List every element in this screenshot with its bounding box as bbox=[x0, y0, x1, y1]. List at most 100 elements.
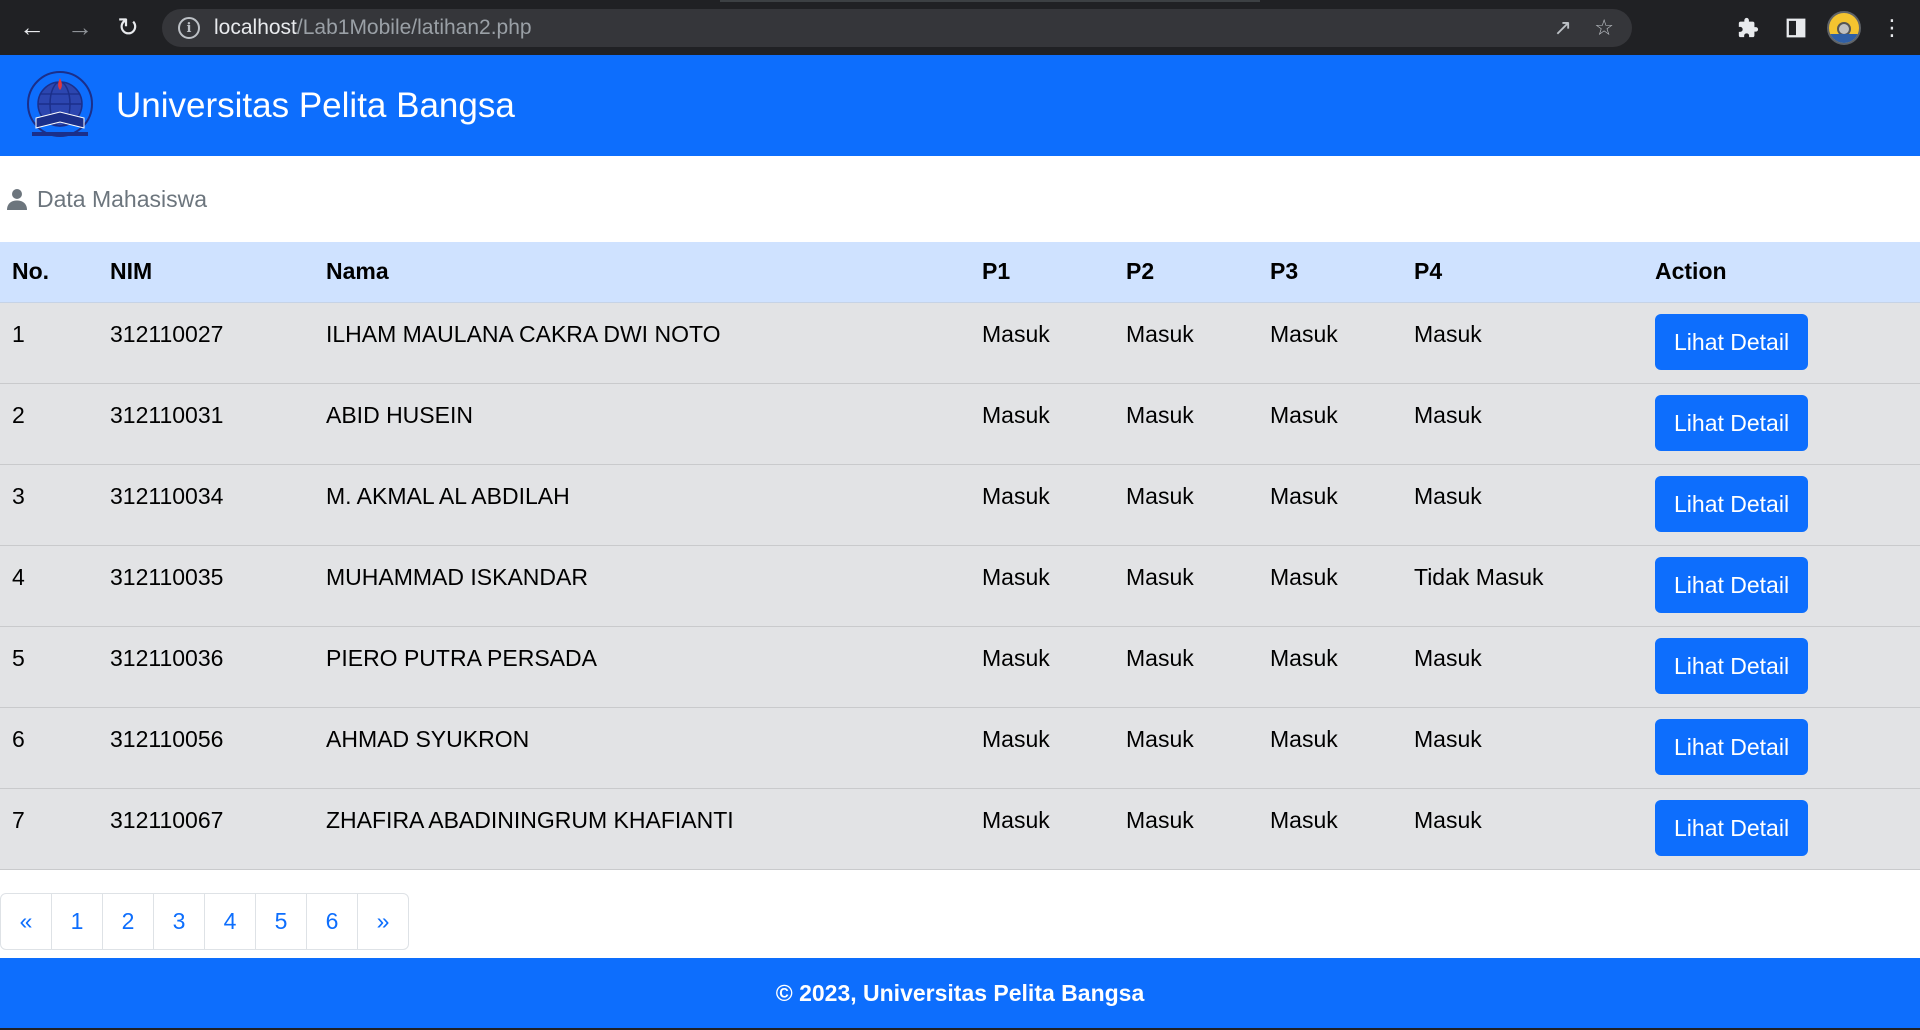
column-header-action: Action bbox=[1643, 242, 1920, 303]
cell-p2: Masuk bbox=[1114, 788, 1258, 870]
cell-action: Lihat Detail bbox=[1643, 788, 1920, 870]
cell-nama: M. AKMAL AL ABDILAH bbox=[314, 464, 970, 546]
site-header: Universitas Pelita Bangsa bbox=[0, 55, 1920, 156]
column-header-p3: P3 bbox=[1258, 242, 1402, 303]
url-path: /Lab1Mobile/latihan2.php bbox=[296, 16, 532, 39]
pagination-page-4[interactable]: 4 bbox=[204, 892, 256, 950]
pagination: « 1 2 3 4 5 6 » bbox=[0, 892, 1920, 950]
cell-p3: Masuk bbox=[1258, 383, 1402, 465]
pagination-page-3[interactable]: 3 bbox=[153, 892, 205, 950]
pagination-next[interactable]: » bbox=[357, 892, 409, 950]
cell-p1: Masuk bbox=[970, 626, 1114, 708]
cell-nama: AHMAD SYUKRON bbox=[314, 707, 970, 789]
column-header-p2: P2 bbox=[1114, 242, 1258, 303]
table-header-row: No. NIM Nama P1 P2 P3 P4 Action bbox=[0, 242, 1920, 303]
cell-p1: Masuk bbox=[970, 545, 1114, 627]
student-table: No. NIM Nama P1 P2 P3 P4 Action 1 312110… bbox=[0, 242, 1920, 870]
table-row: 2 312110031 ABID HUSEIN Masuk Masuk Masu… bbox=[0, 383, 1920, 465]
cell-no: 5 bbox=[0, 626, 98, 708]
cell-p4: Masuk bbox=[1402, 707, 1643, 789]
cell-nim: 312110031 bbox=[98, 383, 314, 465]
cell-nama: MUHAMMAD ISKANDAR bbox=[314, 545, 970, 627]
site-footer: © 2023, Universitas Pelita Bangsa bbox=[0, 958, 1920, 1028]
cell-no: 2 bbox=[0, 383, 98, 465]
cell-p4: Masuk bbox=[1402, 464, 1643, 546]
cell-p1: Masuk bbox=[970, 788, 1114, 870]
cell-nim: 312110034 bbox=[98, 464, 314, 546]
cell-nama: PIERO PUTRA PERSADA bbox=[314, 626, 970, 708]
lihat-detail-button[interactable]: Lihat Detail bbox=[1655, 394, 1809, 451]
cell-nim: 312110056 bbox=[98, 707, 314, 789]
profile-avatar[interactable] bbox=[1820, 0, 1868, 55]
cell-p2: Masuk bbox=[1114, 302, 1258, 384]
cell-p1: Masuk bbox=[970, 707, 1114, 789]
user-icon bbox=[7, 189, 27, 210]
cell-nim: 312110035 bbox=[98, 545, 314, 627]
browser-toolbar: ← → ↻ i localhost/Lab1Mobile/latihan2.ph… bbox=[0, 0, 1920, 55]
pagination-page-6[interactable]: 6 bbox=[306, 892, 358, 950]
menu-kebab-icon[interactable]: ⋮ bbox=[1868, 0, 1916, 55]
cell-p3: Masuk bbox=[1258, 626, 1402, 708]
column-header-nim: NIM bbox=[98, 242, 314, 303]
column-header-no: No. bbox=[0, 242, 98, 303]
lihat-detail-button[interactable]: Lihat Detail bbox=[1655, 475, 1809, 532]
cell-p2: Masuk bbox=[1114, 545, 1258, 627]
cell-no: 1 bbox=[0, 302, 98, 384]
table-row: 3 312110034 M. AKMAL AL ABDILAH Masuk Ma… bbox=[0, 464, 1920, 546]
cell-nama: ZHAFIRA ABADININGRUM KHAFIANTI bbox=[314, 788, 970, 870]
lihat-detail-button[interactable]: Lihat Detail bbox=[1655, 718, 1809, 775]
cell-p2: Masuk bbox=[1114, 464, 1258, 546]
pagination-page-5[interactable]: 5 bbox=[255, 892, 307, 950]
table-row: 4 312110035 MUHAMMAD ISKANDAR Masuk Masu… bbox=[0, 545, 1920, 627]
cell-action: Lihat Detail bbox=[1643, 302, 1920, 384]
cell-p2: Masuk bbox=[1114, 626, 1258, 708]
table-row: 7 312110067 ZHAFIRA ABADININGRUM KHAFIAN… bbox=[0, 788, 1920, 870]
lihat-detail-button[interactable]: Lihat Detail bbox=[1655, 556, 1809, 613]
pagination-page-2[interactable]: 2 bbox=[102, 892, 154, 950]
column-header-nama: Nama bbox=[314, 242, 970, 303]
extensions-icon[interactable] bbox=[1724, 0, 1772, 55]
column-header-p4: P4 bbox=[1402, 242, 1643, 303]
cell-nim: 312110067 bbox=[98, 788, 314, 870]
cell-p4: Masuk bbox=[1402, 302, 1643, 384]
lihat-detail-button[interactable]: Lihat Detail bbox=[1655, 637, 1809, 694]
cell-p4: Masuk bbox=[1402, 626, 1643, 708]
cell-action: Lihat Detail bbox=[1643, 545, 1920, 627]
url-host: localhost bbox=[214, 16, 297, 39]
browser-actions: ⋮ bbox=[1724, 0, 1920, 55]
share-icon[interactable]: ↗ bbox=[1554, 15, 1572, 41]
table-row: 1 312110027 ILHAM MAULANA CAKRA DWI NOTO… bbox=[0, 302, 1920, 384]
cell-action: Lihat Detail bbox=[1643, 383, 1920, 465]
pagination-prev[interactable]: « bbox=[0, 892, 52, 950]
cell-p3: Masuk bbox=[1258, 707, 1402, 789]
cell-nama: ABID HUSEIN bbox=[314, 383, 970, 465]
side-panel-icon[interactable] bbox=[1772, 0, 1820, 55]
url-text[interactable]: localhost/Lab1Mobile/latihan2.php bbox=[214, 16, 532, 40]
cell-no: 7 bbox=[0, 788, 98, 870]
section-heading: Data Mahasiswa bbox=[0, 156, 1920, 242]
reload-button[interactable]: ↻ bbox=[104, 0, 152, 55]
back-button[interactable]: ← bbox=[8, 0, 56, 55]
cell-p3: Masuk bbox=[1258, 464, 1402, 546]
cell-p1: Masuk bbox=[970, 383, 1114, 465]
cell-nama: ILHAM MAULANA CAKRA DWI NOTO bbox=[314, 302, 970, 384]
cell-nim: 312110036 bbox=[98, 626, 314, 708]
cell-p4: Masuk bbox=[1402, 788, 1643, 870]
reload-icon: ↻ bbox=[117, 12, 139, 42]
lihat-detail-button[interactable]: Lihat Detail bbox=[1655, 799, 1809, 856]
lihat-detail-button[interactable]: Lihat Detail bbox=[1655, 313, 1809, 370]
cell-p1: Masuk bbox=[970, 464, 1114, 546]
cell-p4: Masuk bbox=[1402, 383, 1643, 465]
arrow-right-icon: → bbox=[67, 12, 93, 42]
address-bar[interactable]: i localhost/Lab1Mobile/latihan2.php ↗ ☆ bbox=[162, 9, 1632, 47]
footer-text: © 2023, Universitas Pelita Bangsa bbox=[775, 979, 1145, 1006]
column-header-p1: P1 bbox=[970, 242, 1114, 303]
cell-p4: Tidak Masuk bbox=[1402, 545, 1643, 627]
section-title: Data Mahasiswa bbox=[37, 185, 208, 212]
cell-no: 3 bbox=[0, 464, 98, 546]
table-row: 6 312110056 AHMAD SYUKRON Masuk Masuk Ma… bbox=[0, 707, 1920, 789]
pagination-page-1[interactable]: 1 bbox=[51, 892, 103, 950]
forward-button[interactable]: → bbox=[56, 0, 104, 55]
site-info-icon[interactable]: i bbox=[178, 17, 200, 39]
bookmark-star-icon[interactable]: ☆ bbox=[1594, 15, 1614, 41]
